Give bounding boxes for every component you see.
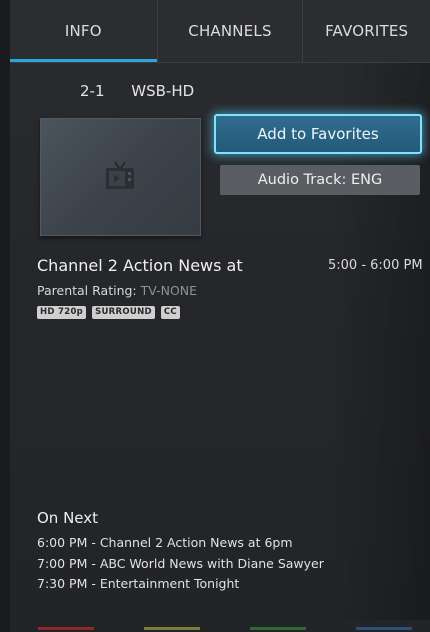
tab-channels[interactable]: CHANNELS [156, 0, 303, 62]
list-item: 6:00 PM - Channel 2 Action News at 6pm [37, 535, 293, 550]
cc-badge: CC [160, 306, 180, 319]
tab-info-label: INFO [64, 22, 102, 40]
tab-bar: INFO CHANNELS FAVORITES [10, 0, 430, 63]
channel-thumbnail [40, 118, 201, 236]
tab-info[interactable]: INFO [10, 0, 157, 62]
rating-value: TV-NONE [140, 283, 198, 298]
list-item: 7:30 PM - Entertainment Tonight [37, 576, 240, 591]
program-time: 5:00 - 6:00 PM [328, 258, 423, 273]
tab-favorites[interactable]: FAVORITES [302, 0, 430, 62]
list-item: 7:00 PM - ABC World News with Diane Sawy… [37, 555, 324, 571]
parental-rating: Parental Rating: TV-NONE [37, 283, 197, 298]
rating-label: Parental Rating: [37, 283, 137, 298]
surround-badge: SURROUND [92, 306, 155, 319]
channel-name: WSB-HD [131, 82, 195, 100]
program-title: Channel 2 Action News at [37, 256, 243, 275]
hd-badge: HD 720p [37, 306, 87, 319]
channel-number: 2-1 [80, 82, 105, 100]
audio-track-button[interactable]: Audio Track: ENG [220, 165, 420, 195]
blue-key-hint [356, 627, 412, 630]
yellow-key-hint [144, 627, 200, 630]
tv-icon [106, 161, 134, 189]
add-to-favorites-button[interactable]: Add to Favorites [214, 114, 422, 154]
on-next-heading: On Next [37, 509, 99, 527]
green-key-hint [250, 627, 306, 630]
format-badges: HD 720p SURROUND CC [37, 306, 180, 319]
red-key-hint [38, 627, 94, 630]
active-tab-indicator [10, 59, 157, 62]
channel-line: 2-1 WSB-HD [80, 82, 194, 100]
tab-favorites-label: FAVORITES [325, 22, 409, 40]
on-next-list: 6:00 PM - Channel 2 Action News at 6pm 7… [37, 533, 324, 595]
tab-channels-label: CHANNELS [188, 22, 272, 40]
